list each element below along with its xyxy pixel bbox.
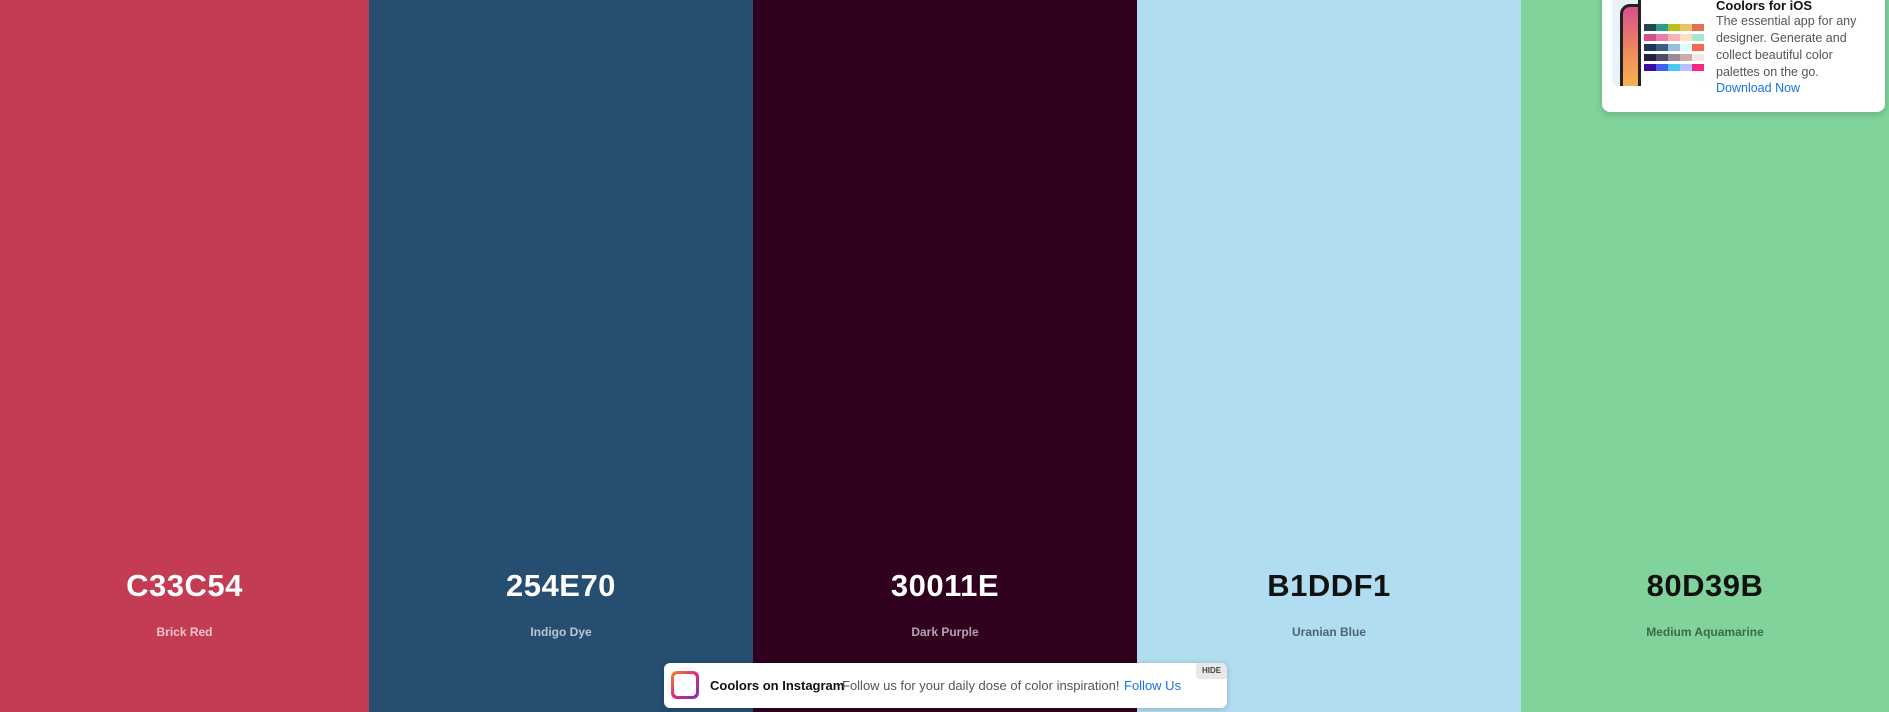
color-name[interactable]: Brick Red — [0, 625, 369, 639]
color-name[interactable]: Medium Aquamarine — [1521, 625, 1889, 639]
phone-app-preview-icon — [1612, 0, 1707, 86]
color-swatch-0[interactable]: C33C54 Brick Red — [0, 0, 369, 712]
color-swatch-1[interactable]: 254E70 Indigo Dye — [369, 0, 753, 712]
color-name[interactable]: Dark Purple — [753, 625, 1137, 639]
color-hex[interactable]: 254E70 — [369, 568, 753, 604]
color-name[interactable]: Indigo Dye — [369, 625, 753, 639]
color-name[interactable]: Uranian Blue — [1137, 625, 1521, 639]
instagram-title: Coolors on Instagram — [710, 678, 845, 693]
instagram-logo-icon — [671, 671, 699, 699]
color-hex[interactable]: B1DDF1 — [1137, 568, 1521, 604]
ios-app-ad[interactable]: Coolors for iOS The essential app for an… — [1602, 0, 1885, 112]
color-hex[interactable]: C33C54 — [0, 568, 369, 604]
color-hex[interactable]: 80D39B — [1521, 568, 1889, 604]
color-hex[interactable]: 30011E — [753, 568, 1137, 604]
instagram-banner: Coolors on Instagram Follow us for your … — [664, 663, 1227, 708]
color-swatch-2[interactable]: 30011E Dark Purple — [753, 0, 1137, 712]
ios-card-description: The essential app for any designer. Gene… — [1716, 14, 1857, 79]
hide-button[interactable]: HIDE — [1196, 663, 1227, 679]
follow-us-link[interactable]: Follow Us — [1124, 678, 1181, 693]
color-swatch-3[interactable]: B1DDF1 Uranian Blue — [1137, 0, 1521, 712]
download-now-link[interactable]: Download Now — [1716, 81, 1800, 95]
instagram-text: Follow us for your daily dose of color i… — [842, 678, 1120, 693]
ios-card-title: Coolors for iOS — [1716, 0, 1813, 13]
